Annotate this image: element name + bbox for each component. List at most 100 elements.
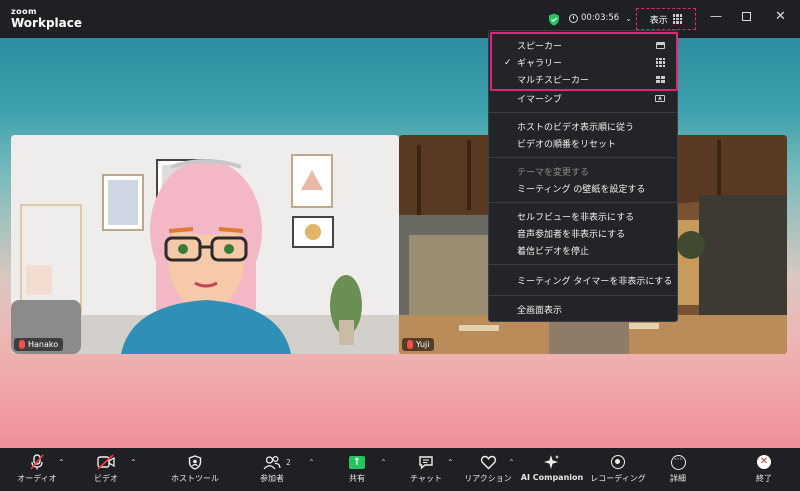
view-button[interactable]: 表示 — [636, 8, 696, 30]
audio-label: オーディオ — [17, 474, 57, 483]
menu-item-fullscreen[interactable]: 全画面表示 — [489, 301, 677, 318]
host-shield-icon — [188, 453, 202, 471]
gallery-grid-icon — [655, 57, 665, 68]
participant-name-badge: Hanako — [14, 338, 64, 351]
menu-item-reset-video-order[interactable]: ビデオの順番をリセット — [489, 135, 677, 152]
menu-item-hide-self-view[interactable]: セルフビューを非表示にする — [489, 208, 677, 225]
more-dots-icon: ··· — [670, 454, 686, 470]
title-bar: zoom Workplace 00:03:56 ⌄ 表示 — ✕ — [0, 0, 800, 38]
menu-item-label: セルフビューを非表示にする — [517, 213, 635, 223]
video-off-icon — [96, 453, 116, 471]
timer-text: 00:03:56 — [581, 13, 620, 23]
chat-label: チャット — [410, 474, 442, 483]
menu-item-speaker-view[interactable]: スピーカー — [489, 37, 677, 54]
menu-item-set-meeting-wallpaper[interactable]: ミーティング の壁紙を設定する — [489, 180, 677, 197]
share-label: 共有 — [349, 474, 365, 483]
video-options-caret-icon[interactable]: ⌃ — [130, 458, 137, 467]
participant-name: Hanako — [28, 340, 59, 349]
participants-icon — [263, 453, 281, 471]
menu-divider — [489, 264, 677, 265]
participant-name-badge: Yuji — [402, 338, 435, 351]
host-tools-button[interactable]: ホストツール — [170, 453, 220, 487]
recording-button[interactable]: レコーディング — [590, 453, 646, 487]
hanako-video-feed — [11, 135, 399, 354]
participants-label: 参加者 — [260, 474, 284, 483]
audio-button[interactable]: オーディオ — [17, 453, 57, 487]
minimize-icon[interactable]: — — [710, 10, 722, 22]
menu-divider — [489, 157, 677, 158]
view-button-label: 表示 — [649, 15, 668, 26]
ai-companion-label: AI Companion — [520, 473, 584, 482]
meeting-stage: Hanako Yuji — [0, 38, 800, 448]
view-dropdown-menu: スピーカー ✓ ギャラリー マルチスピーカー イマーシブ ▲ ホストのビデオ表示… — [488, 30, 678, 322]
menu-item-label: ミーティング の壁紙を設定する — [517, 185, 646, 195]
audio-options-caret-icon[interactable]: ⌃ — [58, 458, 65, 467]
ai-companion-button[interactable]: AI Companion — [520, 453, 584, 487]
ai-sparkle-icon — [544, 453, 560, 471]
menu-item-label: ビデオの順番をリセット — [517, 140, 617, 150]
menu-item-immersive-view[interactable]: イマーシブ ▲ — [489, 90, 677, 107]
host-tools-label: ホストツール — [171, 474, 219, 483]
menu-item-label: 音声参加者を非表示にする — [517, 230, 626, 240]
menu-item-gallery-view[interactable]: ✓ ギャラリー — [489, 54, 677, 71]
menu-item-label: スピーカー — [517, 42, 563, 52]
menu-item-label: ホストのビデオ表示順に従う — [517, 123, 635, 133]
mic-muted-icon — [19, 340, 25, 349]
logo-workplace-text: Workplace — [11, 16, 83, 30]
reactions-label: リアクション — [464, 474, 512, 483]
share-screen-icon: ↑ — [349, 455, 365, 469]
immersive-icon: ▲ — [655, 95, 665, 102]
menu-divider — [489, 202, 677, 203]
menu-divider — [489, 112, 677, 113]
clock-icon — [569, 13, 578, 23]
checkmark-icon: ✓ — [504, 57, 512, 68]
participants-button[interactable]: 参加者 — [255, 453, 289, 487]
grid-view-icon — [672, 14, 683, 24]
share-button[interactable]: ↑ 共有 — [345, 453, 369, 487]
close-icon[interactable]: ✕ — [775, 10, 786, 23]
participant-count-badge: 2 — [286, 458, 291, 467]
zoom-meeting-window: zoom Workplace 00:03:56 ⌄ 表示 — ✕ Hanako … — [0, 0, 800, 491]
menu-divider — [489, 295, 677, 296]
video-button[interactable]: ビデオ — [92, 453, 120, 487]
recording-label: レコーディング — [590, 474, 646, 483]
menu-item-label: イマーシブ — [517, 95, 562, 105]
mic-muted-icon — [29, 453, 45, 471]
end-x-icon: ✕ — [757, 455, 771, 469]
video-label: ビデオ — [94, 474, 118, 483]
participant-tile-hanako[interactable]: Hanako — [11, 135, 399, 354]
chat-button[interactable]: チャット — [410, 453, 442, 487]
menu-item-label: ミーティング タイマーを非表示にする — [517, 277, 673, 287]
chat-options-caret-icon[interactable]: ⌃ — [447, 458, 454, 467]
menu-item-label: 着信ビデオを停止 — [517, 247, 590, 257]
mic-muted-icon — [407, 340, 413, 349]
menu-item-follow-host-order[interactable]: ホストのビデオ表示順に従う — [489, 118, 677, 135]
menu-item-label: ギャラリー — [517, 59, 563, 69]
menu-item-hide-audio-participants[interactable]: 音声参加者を非表示にする — [489, 225, 677, 242]
menu-item-hide-meeting-timer[interactable]: ミーティング タイマーを非表示にする — [489, 272, 677, 289]
menu-item-multi-speaker-view[interactable]: マルチスピーカー — [489, 71, 677, 88]
menu-item-label: 全画面表示 — [517, 306, 563, 316]
share-options-caret-icon[interactable]: ⌃ — [380, 458, 387, 467]
speaker-view-icon — [656, 42, 665, 49]
maximize-icon[interactable] — [742, 12, 751, 21]
menu-item-change-theme: テーマを変更する — [489, 163, 677, 180]
menu-item-label: マルチスピーカー — [517, 76, 590, 86]
meeting-toolbar: オーディオ ⌃ ビデオ ⌃ ホストツール 参加者 2 ⌃ ↑ 共有 ⌃ チャット… — [0, 448, 800, 491]
multi-speaker-icon — [656, 76, 665, 83]
participant-name: Yuji — [416, 340, 430, 349]
heart-icon — [480, 453, 497, 471]
record-icon — [611, 455, 625, 469]
encryption-shield-icon[interactable] — [548, 13, 560, 26]
meeting-timer[interactable]: 00:03:56 ⌄ — [569, 13, 632, 23]
more-button[interactable]: ··· 詳細 — [666, 453, 690, 487]
reactions-options-caret-icon[interactable]: ⌃ — [508, 458, 515, 467]
more-label: 詳細 — [670, 474, 686, 483]
end-meeting-button[interactable]: ✕ 終了 — [752, 453, 776, 487]
end-label: 終了 — [756, 474, 772, 483]
chat-bubble-icon — [418, 453, 434, 471]
menu-item-stop-incoming-video[interactable]: 着信ビデオを停止 — [489, 242, 677, 259]
participants-options-caret-icon[interactable]: ⌃ — [308, 458, 315, 467]
app-logo: zoom Workplace — [11, 8, 83, 30]
reactions-button[interactable]: リアクション — [464, 453, 512, 487]
